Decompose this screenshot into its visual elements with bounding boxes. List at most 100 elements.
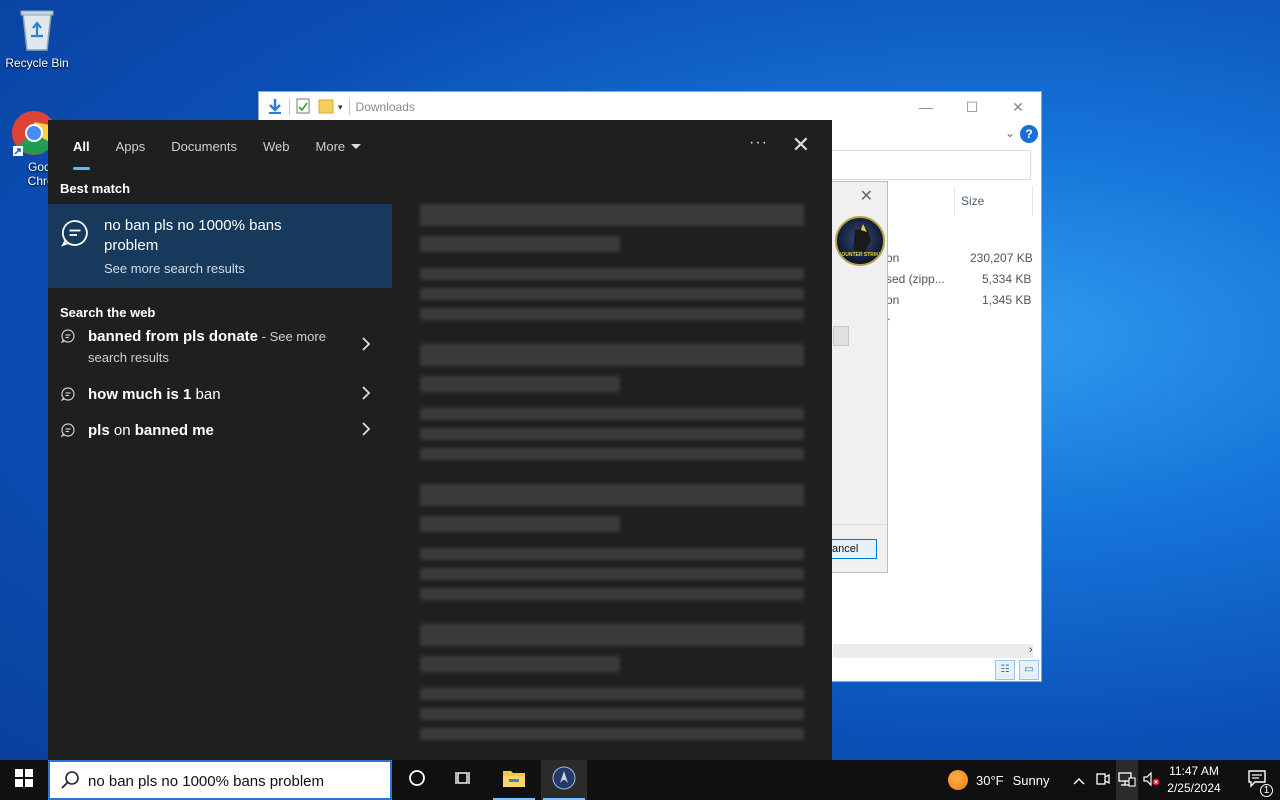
large-icons-view-icon[interactable]: ▭	[1019, 660, 1039, 680]
caret-down-icon	[351, 143, 362, 149]
skeleton-bar	[420, 204, 804, 226]
action-center-button[interactable]: 1	[1234, 760, 1280, 800]
new-folder-icon[interactable]	[318, 98, 334, 117]
skeleton-bar	[420, 408, 804, 420]
network-button[interactable]	[1116, 760, 1138, 800]
meet-now-button[interactable]	[1092, 760, 1114, 800]
close-icon[interactable]: ✕	[995, 92, 1041, 122]
skeleton-bar	[420, 484, 804, 506]
search-tabs: All Apps Documents Web More ··· ✕	[48, 120, 832, 172]
skeleton-bar	[420, 516, 620, 532]
recycle-bin-icon	[17, 6, 57, 52]
search-bubble-icon	[60, 423, 75, 438]
skeleton-bar	[420, 288, 804, 300]
web-result-item[interactable]: pls on banned me	[48, 420, 392, 444]
web-result-item[interactable]: banned from pls donate - See more search…	[48, 326, 392, 370]
close-search-icon[interactable]: ✕	[792, 132, 810, 158]
sun-icon	[948, 770, 968, 790]
counter-strike-icon	[552, 766, 576, 795]
tab-web[interactable]: Web	[250, 120, 303, 172]
file-row-size: 5,334 KB	[982, 272, 1032, 286]
preview-pane-loading	[396, 172, 832, 760]
counter-strike-logo: COUNTER STRIKE	[835, 216, 885, 266]
skeleton-bar	[420, 708, 804, 720]
scroll-right-icon[interactable]: ›	[1029, 644, 1033, 656]
dialog-close-icon[interactable]: ✕	[860, 186, 873, 206]
skeleton-bar	[420, 376, 620, 392]
tab-more[interactable]: More	[303, 120, 375, 172]
skeleton-bar	[420, 308, 804, 320]
cortana-circle-icon	[408, 769, 426, 792]
weather-temperature: 30°F	[976, 772, 1004, 788]
maximize-icon[interactable]: ☐	[949, 92, 995, 122]
search-icon	[60, 770, 80, 795]
skeleton-bar	[420, 728, 804, 740]
help-icon[interactable]: ?	[1020, 125, 1038, 143]
skeleton-bar	[420, 268, 804, 280]
more-options-icon[interactable]: ···	[749, 134, 768, 152]
tab-apps[interactable]: Apps	[103, 120, 159, 172]
file-explorer-taskbar-button[interactable]	[491, 760, 537, 800]
search-panel: All Apps Documents Web More ··· ✕ Best m…	[48, 120, 832, 760]
download-arrow-icon	[267, 98, 283, 117]
counter-strike-taskbar-button[interactable]	[541, 760, 587, 800]
search-bubble-icon	[60, 387, 75, 402]
network-icon	[1118, 771, 1136, 790]
properties-icon[interactable]	[296, 98, 310, 117]
search-bubble-icon	[60, 329, 75, 344]
volume-button[interactable]	[1140, 760, 1162, 800]
folder-icon	[502, 768, 526, 793]
explorer-search-field[interactable]	[831, 150, 1031, 180]
search-web-heading: Search the web	[60, 305, 156, 320]
details-view-icon[interactable]: ☷	[995, 660, 1015, 680]
taskbar: 30°F Sunny 11:47 AM 2/25/2024 1	[0, 760, 1280, 800]
recycle-bin[interactable]: Recycle Bin	[0, 6, 74, 70]
skeleton-bar	[420, 568, 804, 580]
show-hidden-icons-button[interactable]	[1068, 760, 1090, 800]
minimize-icon[interactable]: —	[903, 92, 949, 122]
logo-text: COUNTER STRIKE	[837, 252, 883, 258]
chat-bubble-icon	[60, 218, 90, 248]
file-row-type: on	[886, 251, 900, 265]
cortana-button[interactable]	[394, 760, 440, 800]
explorer-title: Downloads	[355, 100, 415, 114]
skeleton-bar	[420, 688, 804, 700]
task-view-button[interactable]	[441, 760, 487, 800]
notification-count: 1	[1260, 783, 1273, 797]
chevron-right-icon	[360, 386, 372, 400]
start-button[interactable]	[0, 760, 48, 800]
cancel-button[interactable]: ancel	[831, 539, 877, 559]
best-match-heading: Best match	[60, 181, 131, 196]
skeleton-bar	[420, 656, 620, 672]
task-view-icon	[455, 769, 473, 792]
clock-time: 11:47 AM	[1169, 764, 1219, 778]
web-result-item[interactable]: how much is 1 ban	[48, 384, 392, 408]
best-match-item[interactable]: no ban pls no 1000% bans problem See mor…	[48, 204, 392, 288]
skeleton-bar	[420, 428, 804, 440]
file-row-type: sed (zipp...	[886, 272, 945, 286]
quick-access-dropdown-icon[interactable]: ▾	[338, 102, 343, 113]
skeleton-bar	[420, 548, 804, 560]
tab-all[interactable]: All	[60, 120, 103, 172]
recycle-bin-label: Recycle Bin	[5, 56, 69, 70]
dialog-field[interactable]	[833, 326, 849, 346]
tab-documents[interactable]: Documents	[158, 120, 250, 172]
clock[interactable]: 11:47 AM 2/25/2024	[1160, 763, 1228, 797]
camera-icon	[1095, 771, 1111, 790]
file-row-size: 1,345 KB	[982, 293, 1032, 307]
clock-date: 2/25/2024	[1167, 781, 1221, 795]
search-input[interactable]	[88, 770, 378, 792]
notification-icon: 1	[1247, 768, 1273, 797]
chevron-up-icon	[1073, 773, 1085, 788]
chevron-right-icon	[360, 337, 372, 351]
taskbar-search-box[interactable]	[48, 760, 392, 800]
best-match-title: no ban pls no 1000% bans problem	[104, 217, 282, 254]
weather-widget[interactable]: 30°F Sunny	[948, 760, 1049, 800]
column-header-size[interactable]: Size	[961, 194, 984, 208]
horizontal-scrollbar[interactable]	[833, 644, 1033, 658]
file-row-size: 230,207 KB	[970, 251, 1033, 265]
see-more-results-link[interactable]: See more search results	[104, 261, 245, 276]
chevron-down-icon[interactable]: ⌄	[1005, 126, 1015, 140]
chevron-right-icon	[360, 422, 372, 436]
weather-condition: Sunny	[1012, 772, 1050, 788]
